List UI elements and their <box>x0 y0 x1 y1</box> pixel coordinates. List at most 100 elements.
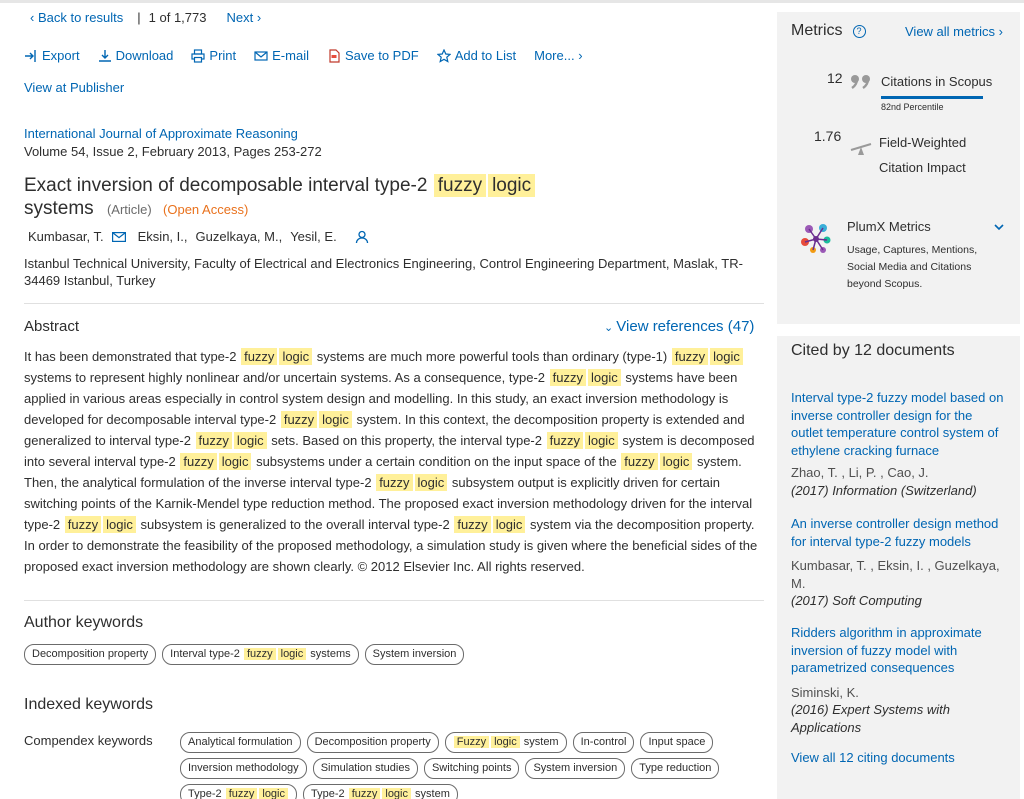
text-segment: Switching points <box>431 762 512 774</box>
view-all-citing-link[interactable]: View all 12 citing documents <box>791 750 955 765</box>
author-link[interactable]: Kumbasar, T. <box>28 229 104 244</box>
keyword-pill[interactable]: Decomposition property <box>306 732 439 753</box>
keyword-pill[interactable]: In-control <box>572 732 635 753</box>
scale-icon <box>850 143 872 155</box>
text-segment: system <box>412 788 450 799</box>
help-icon[interactable]: ? <box>852 24 866 38</box>
view-at-publisher-link[interactable]: View at Publisher <box>24 80 124 95</box>
add-to-list-button[interactable]: Add to List <box>436 48 516 63</box>
metrics-panel: Metrics? View all metrics › 12 Citations… <box>777 12 1020 324</box>
author-keywords-heading: Author keywords <box>24 614 144 631</box>
print-button[interactable]: Print <box>191 48 236 63</box>
cited-by-heading: Cited by 12 documents <box>791 342 955 359</box>
search-highlight: fuzzy <box>64 516 102 533</box>
chevron-right-icon: › <box>574 48 583 63</box>
text-segment: System inversion <box>372 648 457 660</box>
text-segment: subsystem is generalized to the overall … <box>136 517 454 532</box>
keyword-pill[interactable]: Inversion methodology <box>180 758 307 779</box>
search-highlight: logic <box>218 453 252 470</box>
text-segment: Interval type-2 <box>170 648 243 660</box>
chevron-left-icon: ‹ <box>30 10 38 25</box>
keyword-pill[interactable]: Decomposition property <box>24 644 157 665</box>
citing-document-source: (2016) Expert Systems with Applications <box>791 702 950 735</box>
citing-document-title[interactable]: An inverse controller design method for … <box>791 516 998 549</box>
view-references-link[interactable]: ⌄ View references (47) <box>604 318 754 335</box>
citations-label[interactable]: Citations in Scopus <box>881 74 992 89</box>
compendex-keywords-list: Analytical formulation Decomposition prop… <box>180 732 750 799</box>
search-highlight: fuzzy <box>549 369 586 386</box>
text-segment: Inversion methodology <box>188 762 299 774</box>
search-highlight: fuzzy <box>546 432 583 449</box>
search-highlight: fuzzy <box>243 648 276 660</box>
citing-document-authors: Siminski, K. <box>791 684 859 700</box>
keyword-pill[interactable]: Simulation studies <box>312 758 418 779</box>
printer-icon <box>191 48 206 63</box>
text-segment: It has been demonstrated that type-2 <box>24 349 241 364</box>
export-icon <box>24 49 38 63</box>
keyword-pill[interactable]: Interval type-2 fuzzy logic systems <box>162 644 359 665</box>
keyword-pill[interactable]: System inversion <box>525 758 626 779</box>
citing-document-title[interactable]: Ridders algorithm in approximate inversi… <box>791 625 982 675</box>
search-highlight: fuzzy <box>376 474 413 491</box>
plumx-icon <box>801 224 831 253</box>
citing-document-source: (2017) Information (Switzerland) <box>791 482 977 498</box>
text-segment: Type-2 <box>188 788 225 799</box>
text-segment: sets. Based on this property, the interv… <box>267 433 546 448</box>
search-highlight: logic <box>584 432 618 449</box>
search-highlight: fuzzy <box>621 453 658 470</box>
chevron-right-icon: › <box>253 10 262 25</box>
search-highlight: logic <box>492 516 526 533</box>
search-highlight: logic <box>710 348 743 365</box>
email-button[interactable]: E-mail <box>254 48 309 63</box>
result-position: 1 of 1,773 <box>148 10 207 25</box>
keyword-pill[interactable]: Switching points <box>423 758 520 779</box>
keyword-pill[interactable]: Type-2 fuzzy logic <box>180 784 297 799</box>
quote-icon <box>851 75 870 89</box>
text-segment: Decomposition property <box>32 648 149 660</box>
citing-document: Interval type-2 fuzzy model based on inv… <box>791 389 1006 499</box>
envelope-icon[interactable] <box>111 231 126 242</box>
chevron-down-icon[interactable] <box>993 222 1005 232</box>
search-highlight: logic <box>491 736 520 748</box>
download-button[interactable]: Download <box>98 48 173 63</box>
citing-document-title[interactable]: Interval type-2 fuzzy model based on inv… <box>791 390 1003 458</box>
results-nav: ‹ Back to results | 1 of 1,773 Next › <box>30 10 261 25</box>
keyword-pill[interactable]: System inversion <box>364 644 465 665</box>
search-highlight: fuzzy <box>280 411 318 428</box>
keyword-pill[interactable]: Fuzzy logic system <box>444 732 567 753</box>
search-highlight: logic <box>259 788 288 799</box>
search-highlight: logic <box>319 411 352 428</box>
view-all-metrics-link[interactable]: View all metrics › <box>905 24 1003 39</box>
author-keywords-list: Decomposition property Interval type-2 fu… <box>24 644 470 665</box>
search-highlight: logic <box>233 432 267 449</box>
author-link[interactable]: Guzelkaya, M., <box>196 229 283 244</box>
person-icon[interactable] <box>355 230 369 244</box>
keyword-pill[interactable]: Input space <box>640 732 714 753</box>
keyword-pill[interactable]: Type reduction <box>631 758 720 779</box>
citing-document: An inverse controller design method for … <box>791 515 1006 610</box>
keyword-pill[interactable]: Type-2 fuzzy logic system <box>303 784 458 799</box>
author-list: Kumbasar, T. Eksin, I., Guzelkaya, M., Y… <box>28 229 369 244</box>
text-segment: Analytical formulation <box>188 736 293 748</box>
abstract-text: It has been demonstrated that type-2 fuz… <box>24 346 764 577</box>
text-segment: systems to represent highly nonlinear an… <box>24 370 549 385</box>
plumx-heading[interactable]: PlumX Metrics <box>847 219 931 234</box>
next-link[interactable]: Next › <box>226 10 261 25</box>
author-link[interactable]: Yesil, E. <box>290 229 337 244</box>
pdf-icon <box>327 48 341 63</box>
text-segment: system <box>520 736 559 748</box>
keyword-pill[interactable]: Analytical formulation <box>180 732 301 753</box>
author-link[interactable]: Eksin, I., <box>138 229 188 244</box>
journal-link[interactable]: International Journal of Approximate Rea… <box>24 126 298 141</box>
more-button[interactable]: More... › <box>534 48 582 63</box>
nav-divider: | <box>137 10 141 25</box>
text-segment: Type reduction <box>639 762 712 774</box>
back-to-results-link[interactable]: ‹ Back to results <box>30 10 123 25</box>
save-pdf-button[interactable]: Save to PDF <box>327 48 419 63</box>
export-button[interactable]: Export <box>24 48 80 63</box>
plumx-description: Usage, Captures, Mentions, Social Media … <box>847 244 978 290</box>
search-highlight: fuzzy <box>454 516 491 533</box>
citing-document-source: (2017) Soft Computing <box>791 593 922 608</box>
search-highlight: fuzzy <box>348 788 381 799</box>
search-highlight: logic <box>103 516 136 533</box>
